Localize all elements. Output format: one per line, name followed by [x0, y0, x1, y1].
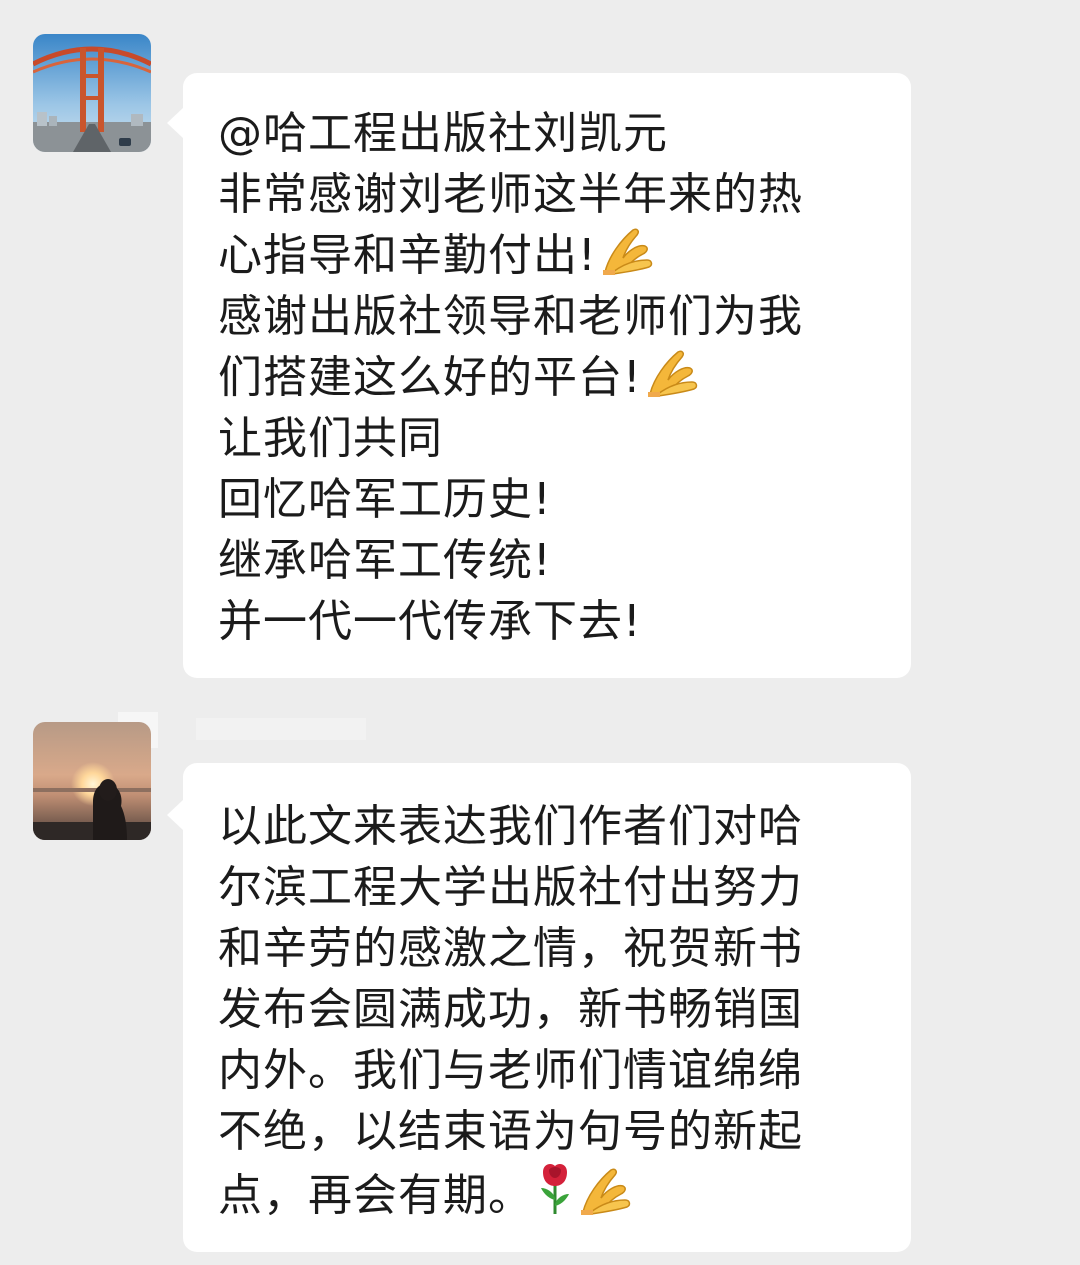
- message-line: 心指导和辛勤付出!: [218, 225, 891, 286]
- message-line: 不绝，以结束语为句号的新起: [218, 1106, 803, 1157]
- message-line: 点，再会有期。: [218, 1162, 891, 1226]
- message-line: 回忆哈军工历史!: [218, 474, 552, 525]
- message-line: 非常感谢刘老师这半年来的热: [218, 169, 803, 220]
- message-line: 发布会圆满成功，新书畅销国: [218, 984, 803, 1035]
- message-line: 们搭建这么好的平台!: [218, 347, 891, 408]
- message-line: 和辛劳的感激之情，祝贺新书: [218, 923, 803, 974]
- message-line: 继承哈军工传统!: [218, 535, 552, 586]
- bridge-photo-avatar[interactable]: [33, 34, 151, 152]
- sunset-photo-image: [33, 722, 151, 840]
- bridge-photo-image: [33, 34, 151, 152]
- message-bubble[interactable]: 以此文来表达我们作者们对哈 尔滨工程大学出版社付出努力 和辛劳的感激之情，祝贺新…: [167, 763, 911, 1252]
- message-line: 内外。我们与老师们情谊绵绵: [218, 1045, 803, 1096]
- message-line: @哈工程出版社刘凯元: [218, 108, 668, 159]
- rose-icon: [535, 1162, 575, 1216]
- redacted-sender-name: [196, 718, 366, 740]
- folded-hands-icon: [577, 1166, 635, 1216]
- message-bubble[interactable]: @哈工程出版社刘凯元 非常感谢刘老师这半年来的热 心指导和辛勤付出! 感谢出版社…: [167, 73, 911, 678]
- sunset-photo-avatar[interactable]: [33, 722, 151, 840]
- message-line: 并一代一代传承下去!: [218, 596, 642, 647]
- message-line: 让我们共同: [218, 413, 443, 464]
- message-line: 尔滨工程大学出版社付出努力: [218, 862, 803, 913]
- message-line: 以此文来表达我们作者们对哈: [218, 801, 803, 852]
- folded-hands-icon: [644, 348, 702, 398]
- folded-hands-icon: [599, 226, 657, 276]
- message-line: 感谢出版社领导和老师们为我: [218, 291, 803, 342]
